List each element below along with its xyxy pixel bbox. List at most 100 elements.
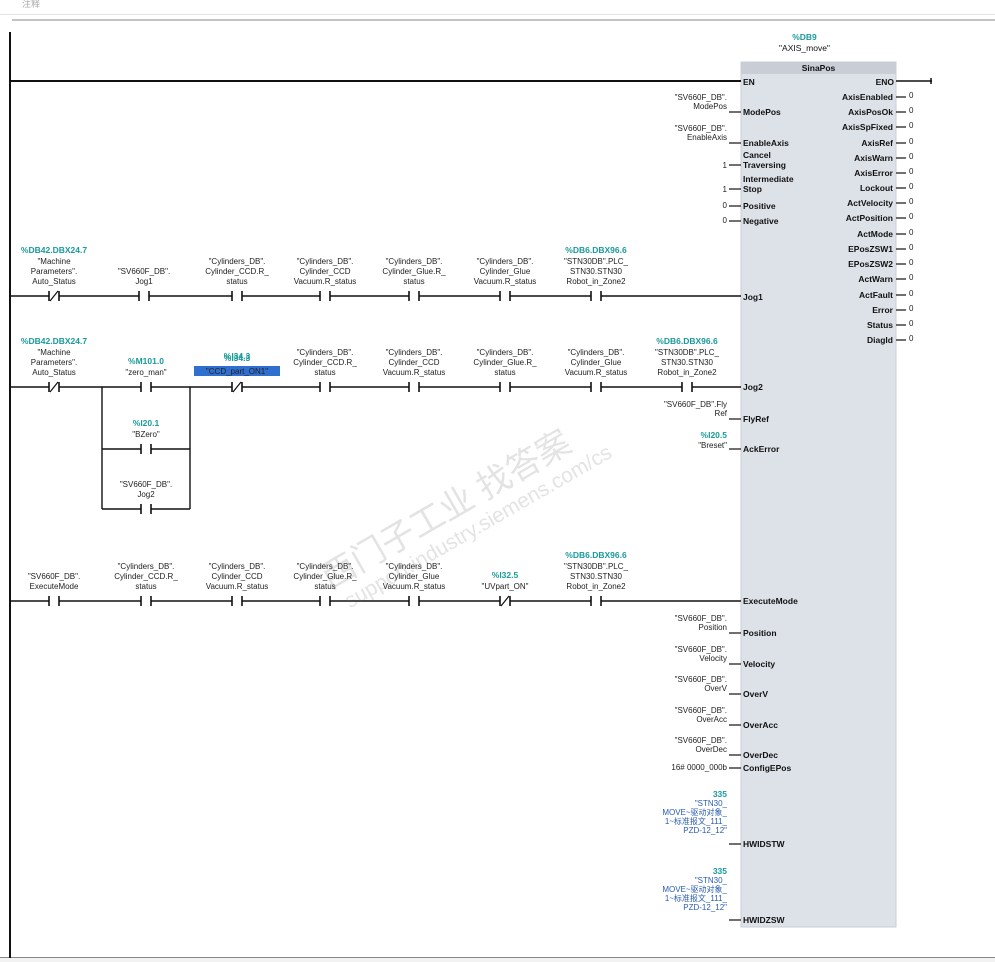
contact-operand: status bbox=[226, 277, 247, 286]
contact-operand: STN30.STN30 bbox=[570, 572, 623, 581]
contact-operand: STN30.STN30 bbox=[661, 358, 714, 367]
contact-address: %I34.3 bbox=[224, 353, 251, 363]
pin-position: Position bbox=[743, 628, 777, 638]
hwidstw-operand: 335 bbox=[713, 789, 727, 799]
out-value-eposzsw1: 0 bbox=[909, 243, 914, 252]
contact-gap bbox=[320, 597, 330, 605]
block-type: SinaPos bbox=[802, 63, 836, 73]
overdec-operand: "SV660F_DB". bbox=[675, 736, 727, 745]
pin-jog2: Jog2 bbox=[743, 382, 763, 392]
out-value-axisspfixed: 0 bbox=[909, 121, 914, 130]
contact-address: %DB6.DBX96.6 bbox=[656, 336, 718, 346]
contact-gap bbox=[682, 383, 692, 391]
ackerror-address: %I20.5 bbox=[701, 430, 728, 440]
position-operand: Position bbox=[699, 623, 727, 632]
pin-actwarn: ActWarn bbox=[858, 274, 893, 284]
contact-operand: "Cylinders_DB". bbox=[386, 348, 443, 357]
out-value-actwarn: 0 bbox=[909, 273, 914, 282]
pin-positive: Positive bbox=[743, 201, 776, 211]
velocity-operand: Velocity bbox=[699, 654, 727, 663]
contact-operand: STN30.STN30 bbox=[570, 267, 623, 276]
contact-operand: "Cylinders_DB". bbox=[209, 257, 266, 266]
contact-operand: "Cylinders_DB". bbox=[568, 348, 625, 357]
pin-negative: Negative bbox=[743, 216, 779, 226]
overv-operand: OverV bbox=[704, 684, 727, 693]
contact-gap bbox=[232, 597, 242, 605]
contact-gap bbox=[141, 445, 151, 453]
contact-operand: status bbox=[403, 277, 424, 286]
configepos-value: 16# 0000_000b bbox=[671, 763, 727, 772]
contact-address: %DB42.DBX24.7 bbox=[21, 336, 87, 346]
contact-gap bbox=[591, 292, 601, 300]
contact-operand: "Cylinders_DB". bbox=[209, 562, 266, 571]
modepos-operand: "SV660F_DB". bbox=[675, 93, 727, 102]
hwidzsw-operand: MOVE~驱动对象_ bbox=[662, 884, 727, 894]
contact-gap bbox=[141, 597, 151, 605]
contact-operand: Cylinder_Glue.R_ bbox=[382, 267, 446, 276]
contact-gap bbox=[500, 383, 510, 391]
contact-operand: Cylinder_CCD bbox=[388, 358, 439, 367]
contact-gap bbox=[141, 383, 151, 391]
pin-stop: Stop bbox=[743, 184, 762, 194]
contact-gap bbox=[320, 383, 330, 391]
contact-operand: Robot_in_Zone2 bbox=[657, 368, 717, 377]
pin-axisspfixed: AxisSpFixed bbox=[842, 122, 893, 132]
hwidzsw-operand: 1~标准报文_111_ bbox=[665, 893, 728, 903]
pin-velocity: Velocity bbox=[743, 659, 775, 669]
contact-gap bbox=[591, 597, 601, 605]
flyref-operand: "SV660F_DB".Fly bbox=[664, 400, 727, 409]
contact-gap bbox=[500, 292, 510, 300]
pin-eposzsw2: EPosZSW2 bbox=[848, 259, 893, 269]
pin-actposition: ActPosition bbox=[846, 213, 893, 223]
contact-gap bbox=[591, 383, 601, 391]
contact-operand: Cylinder_Glue bbox=[480, 267, 531, 276]
negative-value: 0 bbox=[723, 216, 728, 225]
pin-configepos: ConfigEPos bbox=[743, 763, 791, 773]
contact-operand: Cylinder_CCD.R_ bbox=[293, 358, 357, 367]
contact-address: %I20.1 bbox=[133, 418, 160, 428]
contact-operand: Cylinder_Glue bbox=[571, 358, 622, 367]
contact-operand: Robot_in_Zone2 bbox=[566, 277, 626, 286]
out-value-axisref: 0 bbox=[909, 137, 914, 146]
pin-overdec: OverDec bbox=[743, 750, 778, 760]
hwidzsw-operand: "STN30_ bbox=[695, 876, 728, 885]
pin-en: EN bbox=[743, 77, 755, 87]
contact-operand: Vacuum.R_status bbox=[474, 277, 537, 286]
pin-hwidstw: HWIDSTW bbox=[743, 839, 786, 849]
contact-operand: "Cylinders_DB". bbox=[297, 348, 354, 357]
contact-operand: "Cylinders_DB". bbox=[297, 257, 354, 266]
pin-overv: OverV bbox=[743, 689, 768, 699]
pin-jog1: Jog1 bbox=[743, 292, 763, 302]
contact-operand: "Cylinders_DB". bbox=[477, 257, 534, 266]
pin-flyref: FlyRef bbox=[743, 414, 769, 424]
contact-operand: "SV660F_DB". bbox=[120, 480, 172, 489]
out-value-axiswarn: 0 bbox=[909, 152, 914, 161]
out-value-actfault: 0 bbox=[909, 289, 914, 298]
contact-operand: "Cylinders_DB". bbox=[386, 257, 443, 266]
cancel-value: 1 bbox=[723, 161, 728, 170]
position-operand: "SV660F_DB". bbox=[675, 614, 727, 623]
contact-operand: "SV660F_DB". bbox=[28, 572, 80, 581]
pin-lockout: Lockout bbox=[860, 183, 893, 193]
hwidstw-operand: "STN30_ bbox=[695, 799, 728, 808]
contact-operand: Cylinder_CCD bbox=[211, 572, 262, 581]
contact-operand: Vacuum.R_status bbox=[294, 277, 357, 286]
pin-intermediate: Intermediate bbox=[743, 174, 794, 184]
pin-actmode: ActMode bbox=[857, 229, 893, 239]
flyref-operand: Ref bbox=[715, 409, 728, 418]
contact-operand: "UVpart_ON" bbox=[481, 582, 528, 591]
block-db-address: %DB9 bbox=[792, 32, 817, 42]
contact-operand: Robot_in_Zone2 bbox=[566, 582, 626, 591]
contact-operand: Auto_Status bbox=[32, 368, 76, 377]
contact-operand: "STN30DB".PLC_ bbox=[655, 348, 719, 357]
out-value-axiserror: 0 bbox=[909, 167, 914, 176]
contact-gap bbox=[232, 292, 242, 300]
pin-eposzsw1: EPosZSW1 bbox=[848, 244, 893, 254]
contact-address: %M101.0 bbox=[128, 356, 164, 366]
pin-enableaxis: EnableAxis bbox=[743, 138, 789, 148]
pin-ackerror: AckError bbox=[743, 444, 780, 454]
overv-operand: "SV660F_DB". bbox=[675, 675, 727, 684]
contact-operand: Cylinder_CCD.R_ bbox=[114, 572, 178, 581]
enableaxis-operand: "SV660F_DB". bbox=[675, 124, 727, 133]
pin-actvelocity: ActVelocity bbox=[847, 198, 893, 208]
